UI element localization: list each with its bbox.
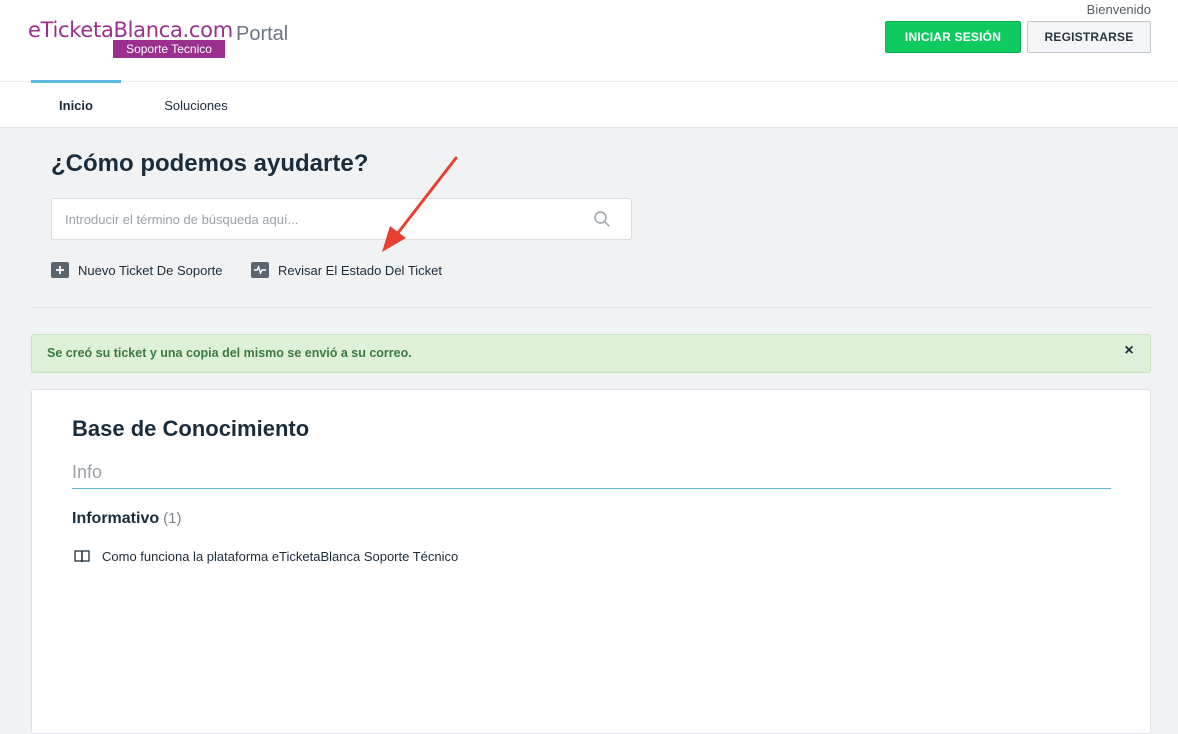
- new-ticket-label: Nuevo Ticket De Soporte: [78, 262, 223, 278]
- search-icon[interactable]: [593, 210, 611, 228]
- tab-underline: [72, 488, 1111, 489]
- check-ticket-status-label: Revisar El Estado Del Ticket: [278, 262, 443, 278]
- tab-soluciones[interactable]: Soluciones: [150, 82, 242, 128]
- category-heading[interactable]: Informativo (1): [72, 510, 181, 528]
- search-input[interactable]: [52, 199, 592, 239]
- article-link[interactable]: Como funciona la plataforma eTicketaBlan…: [74, 547, 458, 565]
- site-header: eTicketaBlanca.com Soporte Tecnico Porta…: [0, 0, 1178, 128]
- category-count: (1): [163, 510, 182, 527]
- help-hero: ¿Cómo podemos ayudarte? Nuevo Ticket De …: [31, 128, 1151, 308]
- category-name: Informativo: [72, 510, 160, 527]
- brand-logo[interactable]: eTicketaBlanca.com Soporte Tecnico: [28, 18, 233, 60]
- pulse-icon: [251, 262, 269, 278]
- register-button[interactable]: REGISTRARSE: [1027, 21, 1151, 53]
- portal-label: Portal: [236, 23, 289, 45]
- close-icon[interactable]: ×: [1122, 343, 1136, 359]
- annotation-arrow-icon: [382, 156, 458, 252]
- knowledge-base-panel: Base de Conocimiento Info Informativo (1)…: [31, 389, 1151, 734]
- tab-inicio[interactable]: Inicio: [31, 80, 121, 128]
- success-alert: Se creó su ticket y una copia del mismo …: [31, 334, 1151, 373]
- plus-icon: [51, 262, 69, 278]
- article-title: Como funciona la plataforma eTicketaBlan…: [102, 548, 459, 564]
- knowledge-base-title: Base de Conocimiento: [72, 416, 310, 441]
- main-nav: Inicio Soluciones: [0, 80, 1178, 128]
- welcome-text: Bienvenido: [1086, 2, 1151, 17]
- check-ticket-status-link[interactable]: Revisar El Estado Del Ticket: [251, 261, 442, 279]
- tab-info[interactable]: Info: [72, 462, 102, 483]
- search-box: [51, 198, 632, 240]
- book-icon: [74, 550, 90, 563]
- logo-main-text: eTicketaBlanca.com: [28, 18, 233, 42]
- new-ticket-link[interactable]: Nuevo Ticket De Soporte: [51, 261, 223, 279]
- hero-title: ¿Cómo podemos ayudarte?: [51, 150, 369, 177]
- alert-message: Se creó su ticket y una copia del mismo …: [47, 346, 412, 360]
- login-button[interactable]: INICIAR SESIÓN: [885, 21, 1021, 53]
- logo-sub-badge: Soporte Tecnico: [113, 40, 225, 58]
